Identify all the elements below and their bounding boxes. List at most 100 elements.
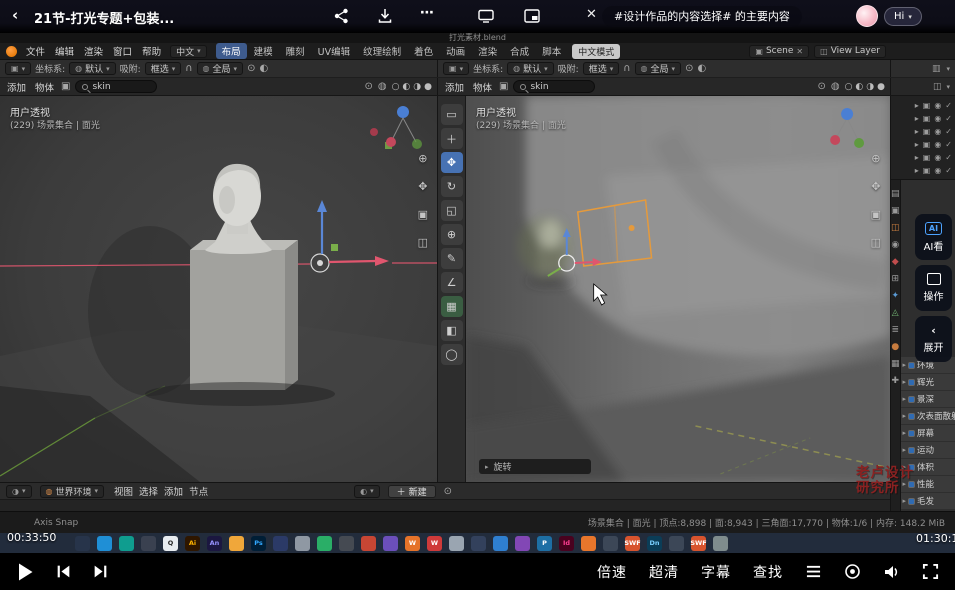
quality-button[interactable]: 超清 — [649, 562, 679, 582]
eye-icon[interactable]: ◉ — [934, 127, 941, 136]
viewport-canvas[interactable]: 用户透视 (229) 场景集合 | 面光 ⊕✥▣◫ ▸ 旋转 — [466, 96, 890, 482]
taskbar-app-icon[interactable]: Q — [163, 536, 178, 551]
visibility-dropdown-icon[interactable]: ⊙ — [364, 81, 372, 92]
taskbar-app-icon[interactable]: W — [427, 536, 442, 551]
search-input[interactable] — [530, 82, 588, 92]
taskbar-app-icon[interactable] — [295, 536, 310, 551]
workspace-tab[interactable]: 动画 — [440, 43, 471, 59]
tool-button[interactable]: ↻ — [441, 176, 463, 197]
mode-dropdown[interactable]: ▣▾ — [5, 62, 31, 75]
select-mode-icon[interactable]: ▣ — [499, 81, 508, 92]
workspace-tab[interactable]: UV编辑 — [312, 43, 356, 59]
eye-icon[interactable]: ◉ — [934, 140, 941, 149]
operator-panel[interactable]: ▸ 旋转 — [479, 459, 591, 474]
taskbar-app-icon[interactable] — [603, 536, 618, 551]
workspace-tab[interactable]: 纹理绘制 — [357, 43, 407, 59]
more-icon[interactable]: ⋯ — [420, 5, 434, 21]
taskbar-app-icon[interactable] — [471, 536, 486, 551]
fullscreen-icon[interactable] — [922, 563, 939, 580]
tool-button[interactable]: ◧ — [441, 320, 463, 341]
workspace-tab[interactable]: 合成 — [504, 43, 535, 59]
tool-button[interactable]: ◯ — [441, 344, 463, 365]
overlays-icon[interactable]: ◍ — [831, 81, 840, 92]
object-origin-dot[interactable] — [370, 128, 378, 136]
expand-arrow-icon[interactable]: ▸ — [915, 101, 919, 110]
select-mode-icon[interactable]: ▣ — [61, 81, 70, 92]
wireframe-shading-icon[interactable]: ○ — [845, 82, 853, 92]
outliner-collection-icon[interactable]: ◫ — [933, 82, 942, 92]
render-visibility-icon[interactable]: ▣ — [923, 101, 931, 110]
properties-tab-icon[interactable]: ✚ — [891, 377, 899, 386]
pin-icon[interactable]: ⊙ — [444, 486, 452, 497]
checkbox-icon[interactable]: ✓ — [945, 153, 952, 162]
taskbar-app-icon[interactable] — [515, 536, 530, 551]
taskbar-app-icon[interactable]: An — [207, 536, 222, 551]
blender-logo-icon[interactable] — [6, 46, 17, 57]
expand-panel-button[interactable]: ‹ 展开 — [915, 316, 952, 362]
taskbar-app-icon[interactable] — [317, 536, 332, 551]
view-layer-selector[interactable]: ◫ View Layer — [814, 45, 886, 58]
playlist-icon[interactable] — [805, 564, 822, 579]
taskbar-app-icon[interactable] — [713, 536, 728, 551]
operation-button[interactable]: 操作 — [915, 265, 952, 311]
record-icon[interactable] — [844, 563, 861, 580]
tool-button[interactable]: ◱ — [441, 200, 463, 221]
viewport-nav-icon[interactable]: ⊕ — [871, 152, 881, 165]
chevron-down-icon[interactable]: ▾ — [946, 65, 950, 73]
menu-item[interactable]: 节点 — [187, 484, 210, 498]
overlay-toggle-icon[interactable]: ◐ — [259, 63, 268, 74]
light-origin-dot[interactable] — [629, 225, 635, 231]
taskbar-app-icon[interactable]: Dn — [647, 536, 662, 551]
pedestal-cube[interactable] — [190, 240, 298, 390]
add-menu[interactable]: 添加 — [443, 80, 466, 94]
workspace-tab[interactable]: 布局 — [216, 43, 247, 59]
tool-button[interactable]: ✎ — [441, 248, 463, 269]
checkbox-icon[interactable] — [908, 379, 915, 386]
taskbar-app-icon[interactable]: Id — [559, 536, 574, 551]
speed-button[interactable]: 倍速 — [597, 562, 627, 582]
taskbar-app-icon[interactable] — [273, 536, 288, 551]
tool-button[interactable]: ✥ — [441, 152, 463, 173]
workspace-tab[interactable]: 建模 — [248, 43, 279, 59]
previous-button[interactable] — [56, 564, 71, 579]
taskbar-app-icon[interactable] — [581, 536, 596, 551]
viewport-3d-left[interactable]: 用户透视 (229) 场景集合 | 面光 ⊕✥▣◫ — [0, 96, 437, 482]
tool-button[interactable]: ▦ — [441, 296, 463, 317]
overlay-toggle-icon[interactable]: ◐ — [697, 63, 706, 74]
taskbar-app-icon[interactable] — [449, 536, 464, 551]
properties-tab-icon[interactable]: ⊞ — [891, 275, 899, 284]
pivot-dropdown[interactable]: ◍全局▾ — [197, 62, 244, 75]
overlays-icon[interactable]: ◍ — [378, 81, 387, 92]
unlink-icon[interactable]: ✕ — [796, 47, 803, 56]
workspace-tab[interactable]: 渲染 — [472, 43, 503, 59]
scene-selector[interactable]: ▣ Scene ✕ — [749, 45, 809, 58]
pivot-dropdown[interactable]: ◍全局▾ — [635, 62, 682, 75]
outliner-row[interactable]: ▸ ▣ ◉ ✓ — [894, 99, 952, 111]
properties-tab-icon[interactable]: ▤ — [891, 190, 900, 199]
add-menu[interactable]: 添加 — [5, 80, 28, 94]
tool-button[interactable]: ＋ — [441, 128, 463, 149]
property-panel-row[interactable]: ▸ 次表面散射 — [901, 408, 955, 424]
eye-icon[interactable]: ◉ — [934, 153, 941, 162]
taskbar-app-icon[interactable] — [493, 536, 508, 551]
solid-shading-icon[interactable]: ◐ — [402, 82, 410, 92]
download-icon[interactable] — [378, 8, 392, 28]
outliner-row[interactable]: ▸ ▣ ◉ ✓ — [894, 164, 952, 176]
expand-arrow-icon[interactable]: ▸ — [915, 114, 919, 123]
ai-assist-button[interactable]: AI AI看 — [915, 214, 952, 260]
play-button[interactable] — [16, 562, 34, 582]
avatar[interactable] — [856, 5, 878, 27]
properties-tab-icon[interactable]: ◬ — [892, 309, 899, 318]
close-icon[interactable]: ✕ — [586, 7, 597, 22]
properties-tab-icon[interactable]: ◆ — [892, 258, 899, 267]
expand-arrow-icon[interactable]: ▸ — [915, 166, 919, 175]
rendered-shading-icon[interactable]: ● — [424, 82, 432, 92]
outliner-row[interactable]: ▸ ▣ ◉ ✓ — [894, 112, 952, 124]
workspace-tab[interactable]: 着色 — [408, 43, 439, 59]
search-input[interactable] — [92, 82, 150, 92]
checkbox-icon[interactable] — [908, 498, 915, 505]
gizmo-toggle-icon[interactable]: ⊙ — [247, 63, 255, 74]
tool-button[interactable]: ▭ — [441, 104, 463, 125]
taskbar-app-icon[interactable] — [229, 536, 244, 551]
snap-dropdown[interactable]: 框选▾ — [583, 62, 620, 75]
